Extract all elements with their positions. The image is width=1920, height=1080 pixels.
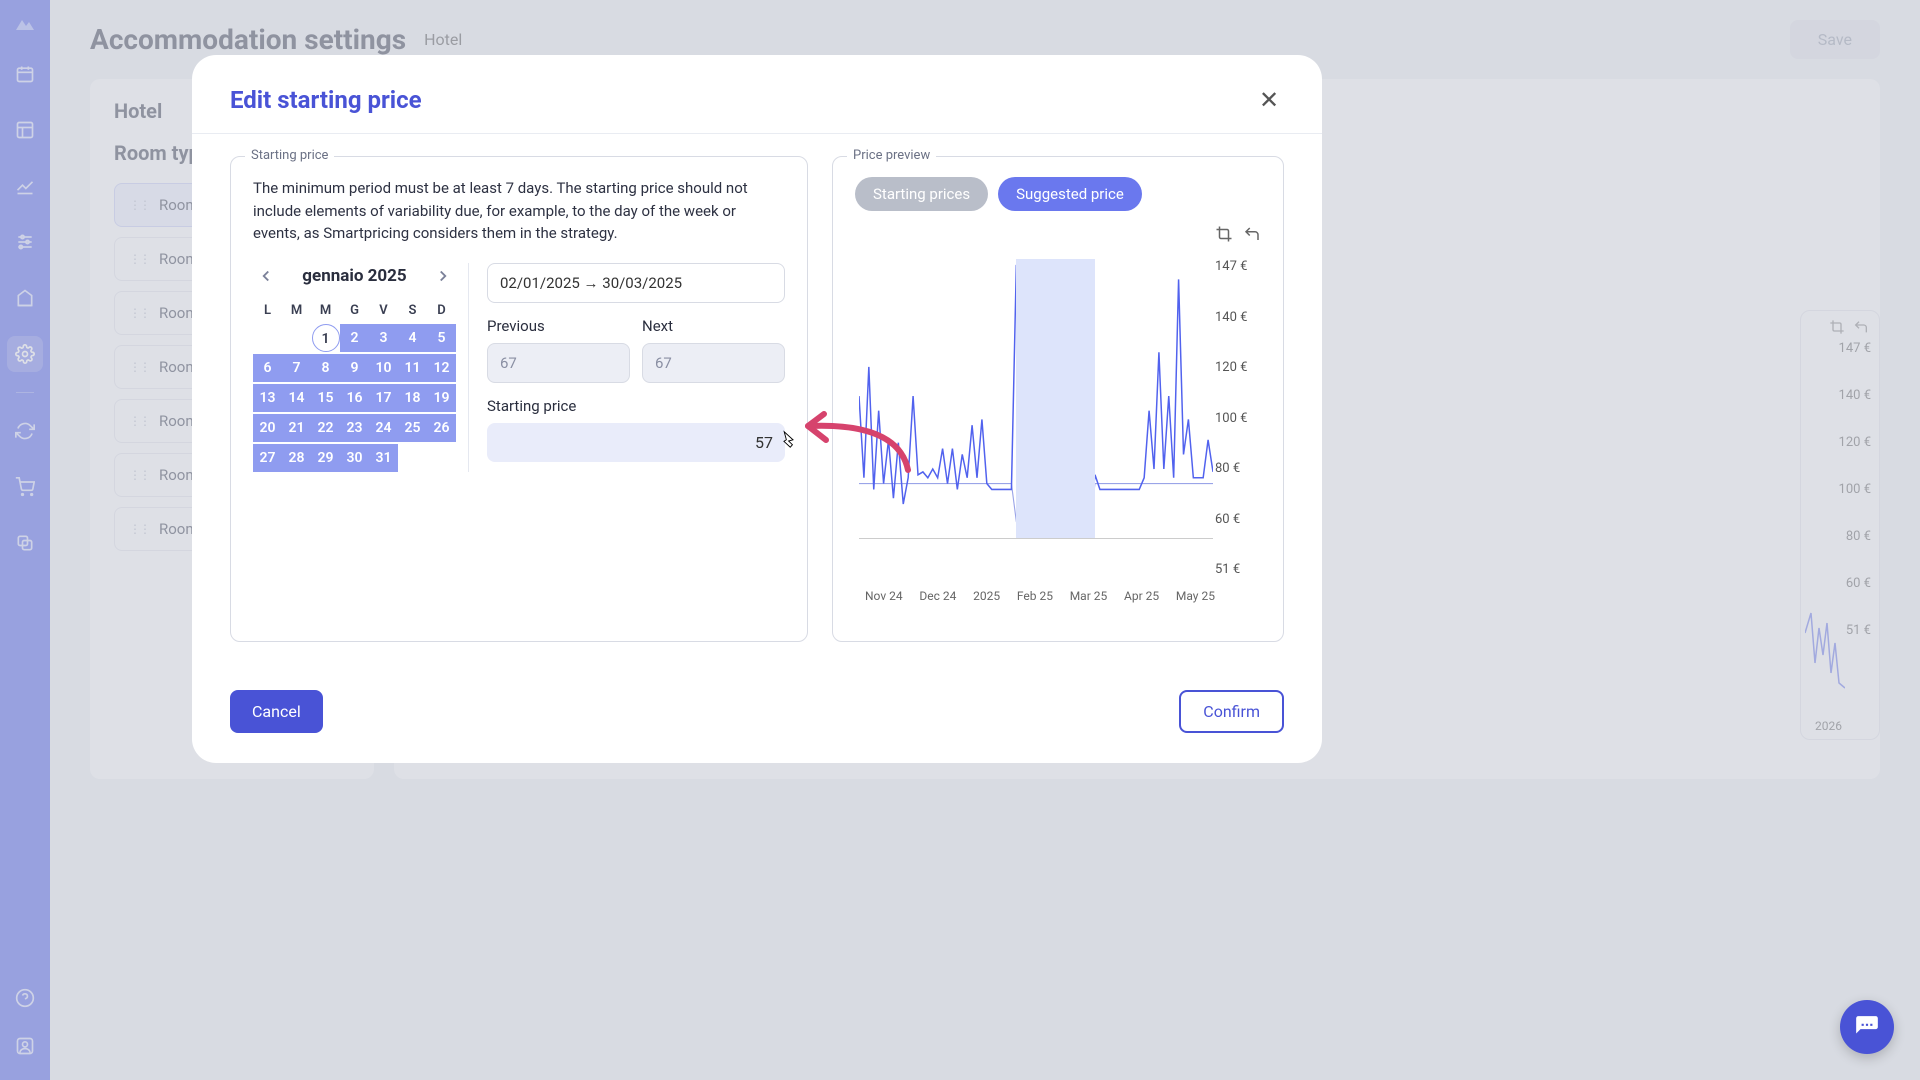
calendar-day[interactable]: 30 bbox=[340, 444, 369, 472]
calendar-day[interactable]: 28 bbox=[282, 444, 311, 472]
starting-prices-toggle[interactable]: Starting prices bbox=[855, 177, 988, 211]
cancel-button[interactable]: Cancel bbox=[230, 690, 323, 733]
calendar-day[interactable]: 5 bbox=[427, 324, 456, 352]
calendar-dow: L bbox=[253, 299, 282, 322]
calendar-day[interactable]: 2 bbox=[340, 324, 369, 352]
calendar-day[interactable]: 8 bbox=[311, 354, 340, 382]
calendar-day[interactable]: 10 bbox=[369, 354, 398, 382]
calendar-day bbox=[427, 444, 456, 472]
calendar-day[interactable]: 21 bbox=[282, 414, 311, 442]
calendar-day[interactable]: 9 bbox=[340, 354, 369, 382]
description: The minimum period must be at least 7 da… bbox=[253, 177, 785, 245]
calendar-dow: V bbox=[369, 299, 398, 322]
y-tick: 60 € bbox=[1215, 512, 1261, 527]
edit-starting-price-modal: Edit starting price ✕ Starting price The… bbox=[192, 55, 1322, 763]
calendar-dow: D bbox=[427, 299, 456, 322]
next-month-icon[interactable] bbox=[430, 263, 456, 289]
calendar-day[interactable]: 15 bbox=[311, 384, 340, 412]
x-tick: Apr 25 bbox=[1124, 589, 1159, 603]
chat-fab[interactable] bbox=[1840, 1000, 1894, 1054]
undo-icon[interactable] bbox=[1243, 225, 1261, 243]
next-input bbox=[642, 343, 785, 383]
sp-label: Starting price bbox=[487, 397, 785, 415]
calendar-day[interactable]: 20 bbox=[253, 414, 282, 442]
previous-input bbox=[487, 343, 630, 383]
calendar-day[interactable]: 26 bbox=[427, 414, 456, 442]
previous-label: Previous bbox=[487, 317, 630, 335]
calendar-dow: G bbox=[340, 299, 369, 322]
calendar-day[interactable]: 18 bbox=[398, 384, 427, 412]
calendar-day[interactable]: 31 bbox=[369, 444, 398, 472]
calendar-day[interactable]: 12 bbox=[427, 354, 456, 382]
calendar-day[interactable]: 7 bbox=[282, 354, 311, 382]
calendar-day[interactable]: 27 bbox=[253, 444, 282, 472]
y-tick: 140 € bbox=[1215, 310, 1261, 325]
starting-price-input[interactable] bbox=[487, 423, 785, 462]
calendar-day bbox=[253, 324, 282, 352]
y-tick: 51 € bbox=[1215, 562, 1261, 577]
calendar-day[interactable]: 24 bbox=[369, 414, 398, 442]
calendar-day[interactable]: 6 bbox=[253, 354, 282, 382]
x-tick: Mar 25 bbox=[1070, 589, 1108, 603]
calendar-day[interactable]: 19 bbox=[427, 384, 456, 412]
y-tick: 147 € bbox=[1215, 259, 1261, 274]
calendar-dow: S bbox=[398, 299, 427, 322]
confirm-button[interactable]: Confirm bbox=[1179, 690, 1284, 733]
x-tick: Nov 24 bbox=[865, 589, 903, 603]
calendar-day[interactable]: 25 bbox=[398, 414, 427, 442]
calendar-day[interactable]: 14 bbox=[282, 384, 311, 412]
x-tick: 2025 bbox=[973, 589, 1000, 603]
modal-title: Edit starting price bbox=[230, 86, 422, 114]
calendar-day[interactable]: 1 bbox=[312, 324, 340, 352]
price-chart: 147 € 140 € 120 € 100 € 80 € 60 € 51 € Nov 24 D… bbox=[855, 247, 1261, 607]
calendar-day bbox=[398, 444, 427, 472]
calendar: gennaio 2025 LMMGVSD12345678910111213141… bbox=[253, 263, 469, 472]
date-range-input[interactable] bbox=[487, 263, 785, 303]
calendar-day[interactable]: 4 bbox=[398, 324, 427, 352]
legend: Price preview bbox=[847, 148, 936, 163]
y-tick: 120 € bbox=[1215, 360, 1261, 375]
calendar-month: gennaio 2025 bbox=[302, 266, 406, 286]
calendar-day bbox=[282, 324, 311, 352]
price-preview-fieldset: Price preview Starting prices Suggested … bbox=[832, 156, 1284, 642]
calendar-day[interactable]: 11 bbox=[398, 354, 427, 382]
legend: Starting price bbox=[245, 148, 334, 163]
y-tick: 100 € bbox=[1215, 411, 1261, 426]
x-tick: May 25 bbox=[1176, 589, 1215, 603]
calendar-day[interactable]: 13 bbox=[253, 384, 282, 412]
x-tick: Feb 25 bbox=[1017, 589, 1053, 603]
y-tick: 80 € bbox=[1215, 461, 1261, 476]
calendar-day[interactable]: 17 bbox=[369, 384, 398, 412]
crop-icon[interactable] bbox=[1215, 225, 1233, 243]
calendar-dow: M bbox=[311, 299, 340, 322]
close-icon[interactable]: ✕ bbox=[1254, 85, 1284, 115]
calendar-day[interactable]: 29 bbox=[311, 444, 340, 472]
calendar-day[interactable]: 3 bbox=[369, 324, 398, 352]
starting-price-fieldset: Starting price The minimum period must b… bbox=[230, 156, 808, 642]
calendar-day[interactable]: 22 bbox=[311, 414, 340, 442]
prev-month-icon[interactable] bbox=[253, 263, 279, 289]
x-tick: Dec 24 bbox=[919, 589, 956, 603]
calendar-day[interactable]: 23 bbox=[340, 414, 369, 442]
calendar-dow: M bbox=[282, 299, 311, 322]
next-label: Next bbox=[642, 317, 785, 335]
suggested-price-toggle[interactable]: Suggested price bbox=[998, 177, 1142, 211]
calendar-day[interactable]: 16 bbox=[340, 384, 369, 412]
